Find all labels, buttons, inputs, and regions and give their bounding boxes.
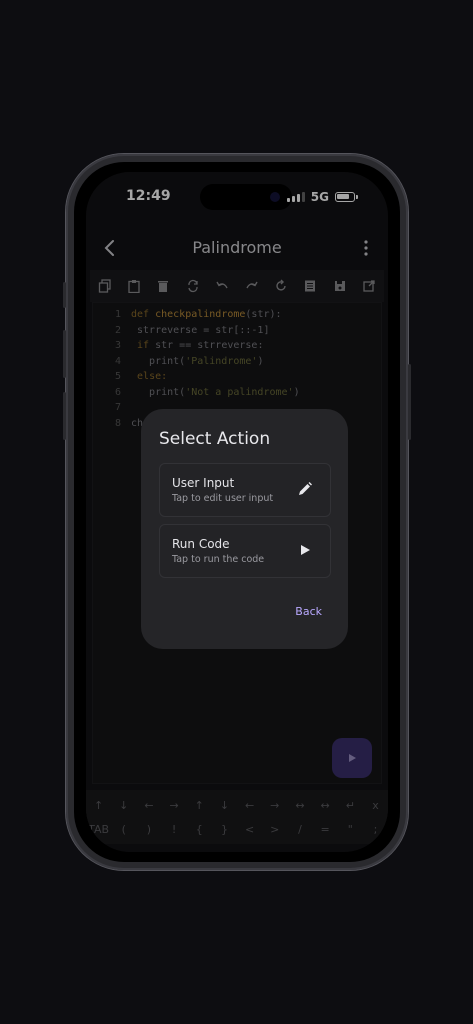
volume-down-button: [63, 392, 66, 440]
back-button[interactable]: Back: [295, 605, 322, 618]
screen: 12:49 5G Palindrome 1 def checkpalindrom…: [86, 172, 388, 852]
play-icon: [296, 541, 314, 559]
user-input-option[interactable]: User Input Tap to edit user input: [159, 463, 331, 517]
power-button: [408, 364, 411, 440]
option-subtitle: Tap to run the code: [172, 554, 265, 565]
select-action-dialog: Select Action User Input Tap to edit use…: [141, 409, 348, 649]
phone-frame: 12:49 5G Palindrome 1 def checkpalindrom…: [63, 154, 411, 870]
run-code-option[interactable]: Run Code Tap to run the code: [159, 524, 331, 578]
option-subtitle: Tap to edit user input: [172, 493, 274, 504]
action-button: [63, 282, 66, 308]
option-title: Run Code: [172, 537, 230, 551]
dialog-title: Select Action: [159, 429, 271, 449]
option-title: User Input: [172, 476, 235, 490]
volume-up-button: [63, 330, 66, 378]
bezel: 12:49 5G Palindrome 1 def checkpalindrom…: [74, 162, 400, 862]
pencil-icon: [296, 480, 314, 498]
